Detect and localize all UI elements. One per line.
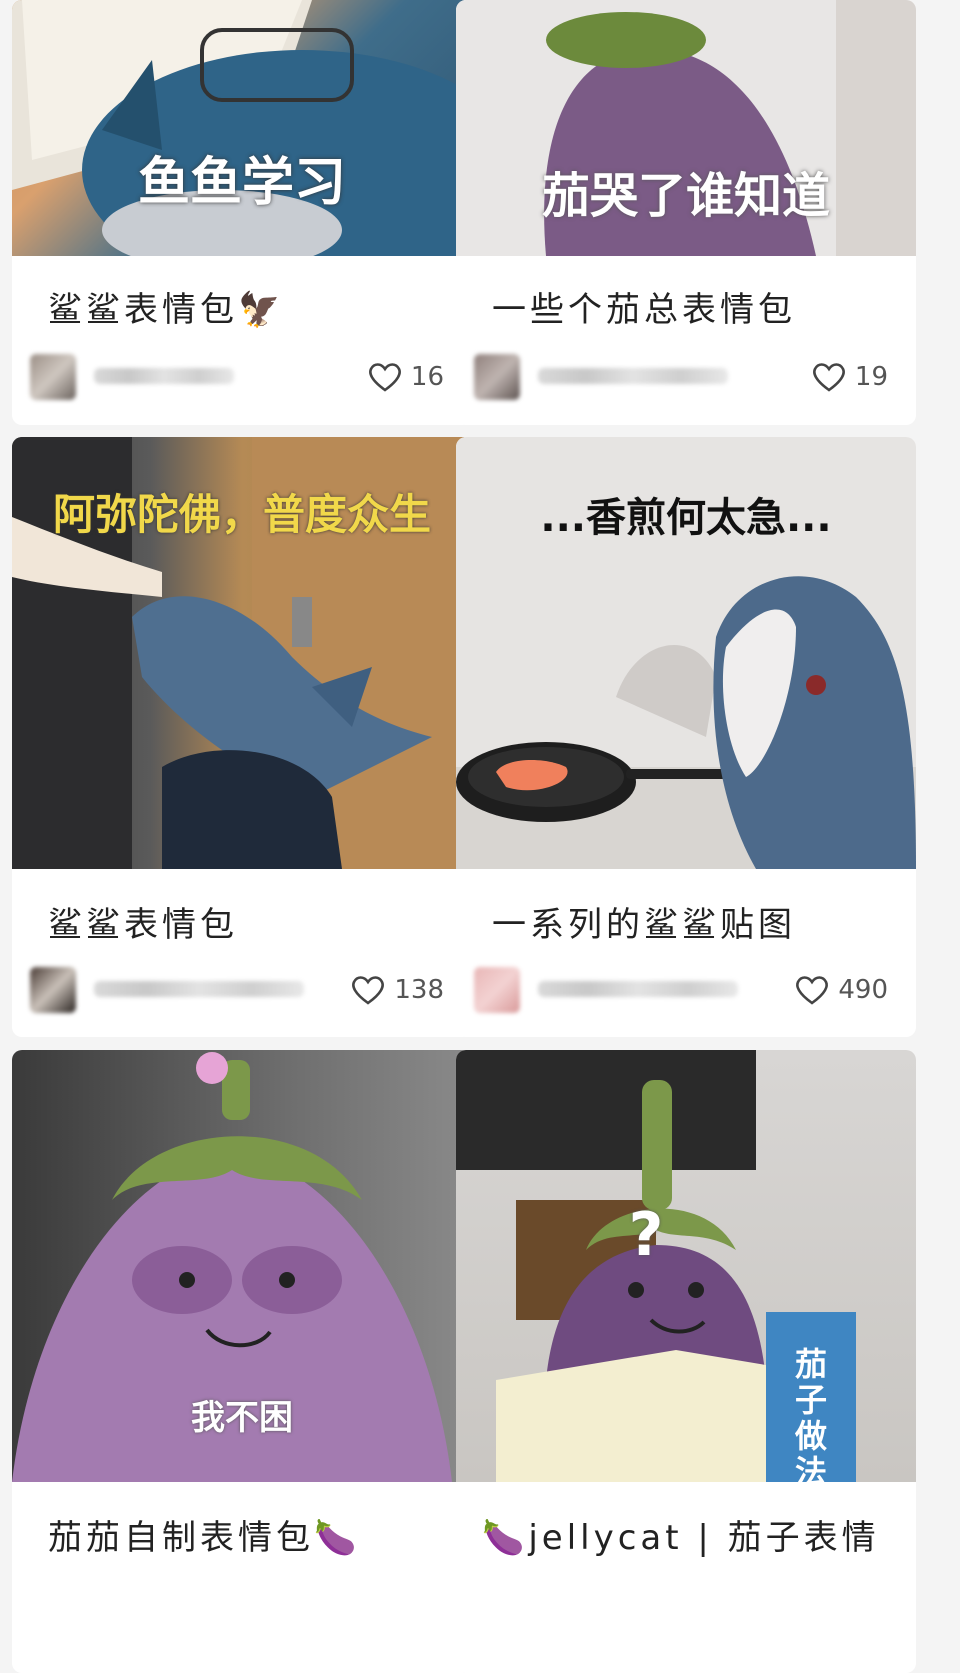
card-title: 茄茄自制表情包🍆 xyxy=(48,1518,361,1558)
like-button[interactable]: 16 xyxy=(367,358,444,396)
image-caption: 茄哭了谁知道 xyxy=(541,168,830,224)
like-button[interactable]: 138 xyxy=(350,971,444,1009)
card-image-eggplant-reading[interactable]: ? 茄子做法 xyxy=(456,1050,916,1482)
like-button[interactable]: 19 xyxy=(811,358,888,396)
card-meta: 19 xyxy=(456,352,916,402)
user-avatar[interactable] xyxy=(474,967,520,1013)
like-count: 138 xyxy=(394,975,444,1005)
feed-card-1[interactable]: 鱼鱼学习 鲨鲨表情包🦅 16 xyxy=(12,0,472,425)
card-title: 鲨鲨表情包🦅 xyxy=(48,290,285,330)
feed-card-2[interactable]: 茄哭了谁知道 一些个茄总表情包 19 xyxy=(456,0,916,425)
image-caption: ...香煎何太急... xyxy=(540,495,832,541)
user-avatar[interactable] xyxy=(30,967,76,1013)
image-caption: 鱼鱼学习 xyxy=(137,153,346,213)
heart-icon xyxy=(796,976,829,1005)
card-image-shark-cooking[interactable]: ...香煎何太急... xyxy=(456,437,916,869)
card-meta: 138 xyxy=(12,965,472,1015)
heart-icon xyxy=(812,363,845,392)
like-button[interactable]: 490 xyxy=(794,971,888,1009)
image-caption: 我不困 xyxy=(191,1398,293,1438)
image-caption: 阿弥陀佛，普度众生 xyxy=(52,490,431,539)
card-title: 一些个茄总表情包 xyxy=(492,290,796,330)
like-count: 490 xyxy=(838,975,888,1005)
card-image-eggplant-cry[interactable]: 茄哭了谁知道 xyxy=(456,0,916,256)
user-name-blurred[interactable] xyxy=(538,981,738,997)
card-image-shark-door[interactable]: 阿弥陀佛，普度众生 xyxy=(12,437,472,869)
like-count: 19 xyxy=(854,362,888,392)
card-image-shark-study[interactable]: 鱼鱼学习 xyxy=(12,0,472,256)
card-image-eggplant-sleepy[interactable]: 我不困 xyxy=(12,1050,472,1482)
shark-illustration xyxy=(12,0,472,256)
user-name-blurred[interactable] xyxy=(94,368,234,384)
card-title: 一系列的鲨鲨贴图 xyxy=(492,905,796,945)
feed-card-5[interactable]: 我不困 茄茄自制表情包🍆 xyxy=(12,1050,472,1673)
book-title: 茄子做法 xyxy=(794,1345,827,1482)
like-count: 16 xyxy=(410,362,444,392)
user-name-blurred[interactable] xyxy=(94,981,304,997)
card-meta: 16 xyxy=(12,352,472,402)
card-title: 鲨鲨表情包 xyxy=(48,905,238,945)
feed-card-3[interactable]: 阿弥陀佛，普度众生 鲨鲨表情包 138 xyxy=(12,437,472,1037)
card-meta: 490 xyxy=(456,965,916,1015)
image-caption: ? xyxy=(628,1200,664,1270)
card-title: 🍆jellycat | 茄子表情 xyxy=(482,1518,880,1558)
heart-icon xyxy=(368,363,401,392)
user-avatar[interactable] xyxy=(30,354,76,400)
user-name-blurred[interactable] xyxy=(538,368,728,384)
feed-card-4[interactable]: ...香煎何太急... 一系列的鲨鲨贴图 490 xyxy=(456,437,916,1037)
user-avatar[interactable] xyxy=(474,354,520,400)
feed-card-6[interactable]: ? 茄子做法 🍆jellycat | 茄子表情 xyxy=(456,1050,916,1673)
heart-icon xyxy=(352,976,385,1005)
